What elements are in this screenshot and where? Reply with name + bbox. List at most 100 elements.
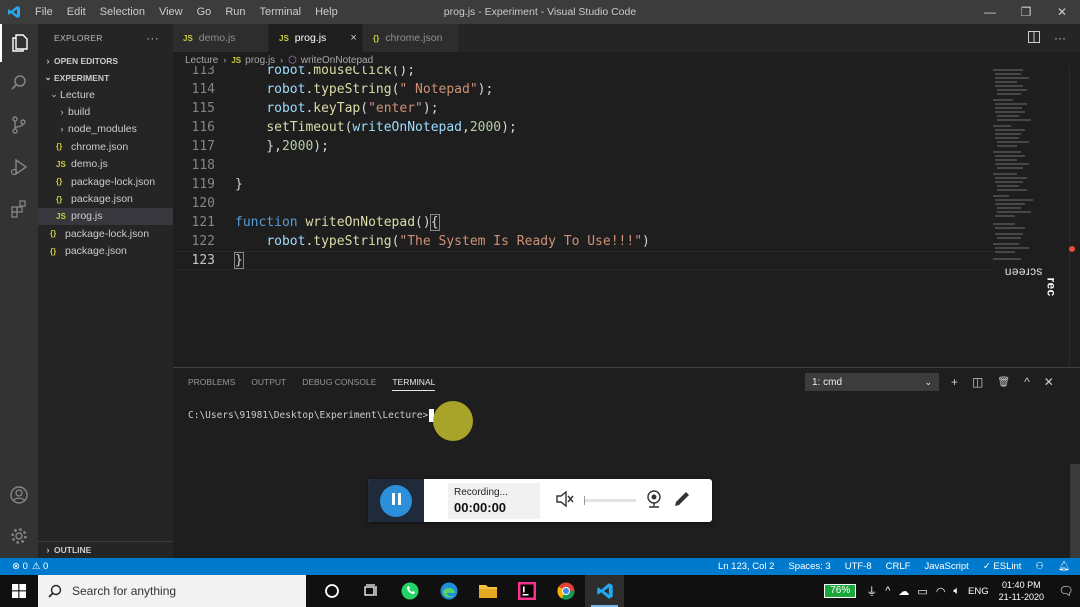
extensions-activity-button[interactable] [0,190,38,228]
tab-demo-js[interactable]: JS demo.js [173,24,269,52]
explorer-activity-button[interactable] [0,24,38,62]
explorer-more-button[interactable]: ··· [146,31,159,45]
bell-icon[interactable]: 🔔︎ [1058,561,1070,572]
manage-activity-button[interactable] [0,517,38,555]
webcam-icon[interactable] [644,489,664,512]
tree-file-prog-js[interactable]: JS prog.js [38,207,173,226]
vscode-app[interactable] [585,575,624,607]
split-editor-icon[interactable] [1028,30,1040,46]
taskbar-search[interactable]: Search for anything [38,575,306,607]
cortana-button[interactable] [312,575,351,607]
menu-run[interactable]: Run [218,0,252,24]
clock[interactable]: 01:40 PM 21-11-2020 [999,579,1044,603]
volume-icon[interactable]: 🔈︎ [953,585,960,598]
minimize-button[interactable]: — [972,0,1008,24]
maximize-button[interactable]: ❐ [1008,0,1044,24]
menu-edit[interactable]: Edit [60,0,93,24]
task-view-button[interactable] [351,575,390,607]
chevron-down-icon: ⌄ [50,89,58,100]
menu-file[interactable]: File [28,0,60,24]
panel-scrollbar[interactable] [1070,464,1080,558]
terminal-prompt[interactable]: C:\Users\91981\Desktop\Experiment\Lectur… [188,409,435,422]
warnings-count[interactable]: ⚠ 0 [32,561,48,572]
whatsapp-app[interactable] [390,575,429,607]
title-bar: File Edit Selection View Go Run Terminal… [0,0,1080,24]
encoding[interactable]: UTF-8 [845,561,872,572]
language-indicator[interactable]: ENG [968,586,989,597]
close-tab-icon[interactable]: × [350,32,356,44]
chevron-up-icon[interactable]: ^ [885,585,890,597]
source-control-activity-button[interactable] [0,106,38,144]
code-editor[interactable]: 113 robot.mouseClick(); 114 robot.typeSt… [173,66,993,366]
breadcrumb-folder[interactable]: Lecture [185,55,218,66]
breadcrumb-file[interactable]: prog.js [245,55,275,66]
menu-go[interactable]: Go [190,0,219,24]
plug-icon[interactable]: ⏚ [866,583,877,599]
workspace-root-label: EXPERIMENT [54,72,110,83]
volume-slider[interactable] [584,496,636,505]
account-icon [10,486,28,504]
workspace-root-section[interactable]: ⌄ EXPERIMENT [38,69,173,86]
extensions-icon [11,200,26,218]
intellij-app[interactable] [507,575,546,607]
tree-file-package-json[interactable]: {} package.json [38,190,173,207]
tree-file-root-package-lock-json[interactable]: {} package-lock.json [38,225,173,242]
line-number: 115 [191,101,215,116]
feedback-icon[interactable]: ⚇ [1035,561,1044,572]
tab-debug-console[interactable]: DEBUG CONSOLE [302,374,376,391]
tree-file-root-package-json[interactable]: {} package.json [38,243,173,260]
split-terminal-icon[interactable]: ◫ [972,375,983,389]
tree-file-demo-js[interactable]: JS demo.js [38,156,173,173]
json-file-icon: {} [56,177,63,187]
tree-folder-build[interactable]: › build [38,103,173,120]
mute-speaker-icon[interactable] [554,490,576,511]
tab-prog-js[interactable]: JS prog.js × [269,24,363,52]
notifications-icon[interactable]: 🗨︎ [1052,584,1080,598]
file-explorer-app[interactable] [468,575,507,607]
pencil-icon[interactable] [672,489,692,512]
menu-terminal[interactable]: Terminal [253,0,309,24]
battery-indicator[interactable]: 76% [824,584,857,598]
line-ending[interactable]: CRLF [886,561,911,572]
tab-output[interactable]: OUTPUT [251,374,286,391]
battery-icon[interactable]: ▭ [917,585,927,598]
pause-button[interactable] [380,484,412,517]
edge-app[interactable] [429,575,468,607]
tab-chrome-json[interactable]: {} chrome.json [363,24,459,52]
cloud-icon[interactable]: ☁ [898,585,909,598]
tree-folder-lecture[interactable]: ⌄ Lecture [38,86,173,103]
cursor-position[interactable]: Ln 123, Col 2 [718,561,775,572]
eslint-status[interactable]: ✓ ESLint [983,561,1022,572]
chrome-app[interactable] [546,575,585,607]
tab-terminal[interactable]: TERMINAL [392,374,436,391]
accounts-activity-button[interactable] [0,476,38,514]
menu-selection[interactable]: Selection [93,0,152,24]
tree-item-label: build [68,106,91,119]
json-file-icon: {} [56,194,63,204]
tab-problems[interactable]: PROBLEMS [188,374,235,391]
tree-file-package-lock-json[interactable]: {} package-lock.json [38,173,173,190]
language-mode[interactable]: JavaScript [924,561,968,572]
breadcrumb-symbol[interactable]: writeOnNotepad [301,55,373,66]
menu-help[interactable]: Help [308,0,345,24]
minimap[interactable] [993,66,1069,366]
trash-icon[interactable]: 🗑 [997,377,1010,388]
more-actions-icon[interactable]: ··· [1054,31,1066,45]
close-panel-icon[interactable]: ✕ [1044,375,1054,389]
open-editors-section[interactable]: › OPEN EDITORS [38,52,173,69]
new-terminal-icon[interactable]: + [951,375,958,389]
errors-count[interactable]: ⊗ 0 [12,561,28,572]
start-button[interactable] [0,575,38,607]
outline-section[interactable]: › OUTLINE [38,541,173,558]
terminal-select[interactable]: 1: cmd ⌄ [805,373,939,391]
run-debug-activity-button[interactable] [0,148,38,186]
tree-file-chrome-json[interactable]: {} chrome.json [38,138,173,155]
wifi-icon[interactable]: ◠ [936,585,946,598]
close-window-button[interactable]: ✕ [1044,0,1080,24]
maximize-panel-icon[interactable]: ^ [1024,375,1030,389]
indentation[interactable]: Spaces: 3 [788,561,830,572]
tree-item-label: demo.js [71,158,108,171]
menu-view[interactable]: View [152,0,190,24]
tree-folder-node-modules[interactable]: › node_modules [38,121,173,138]
search-activity-button[interactable] [0,64,38,102]
